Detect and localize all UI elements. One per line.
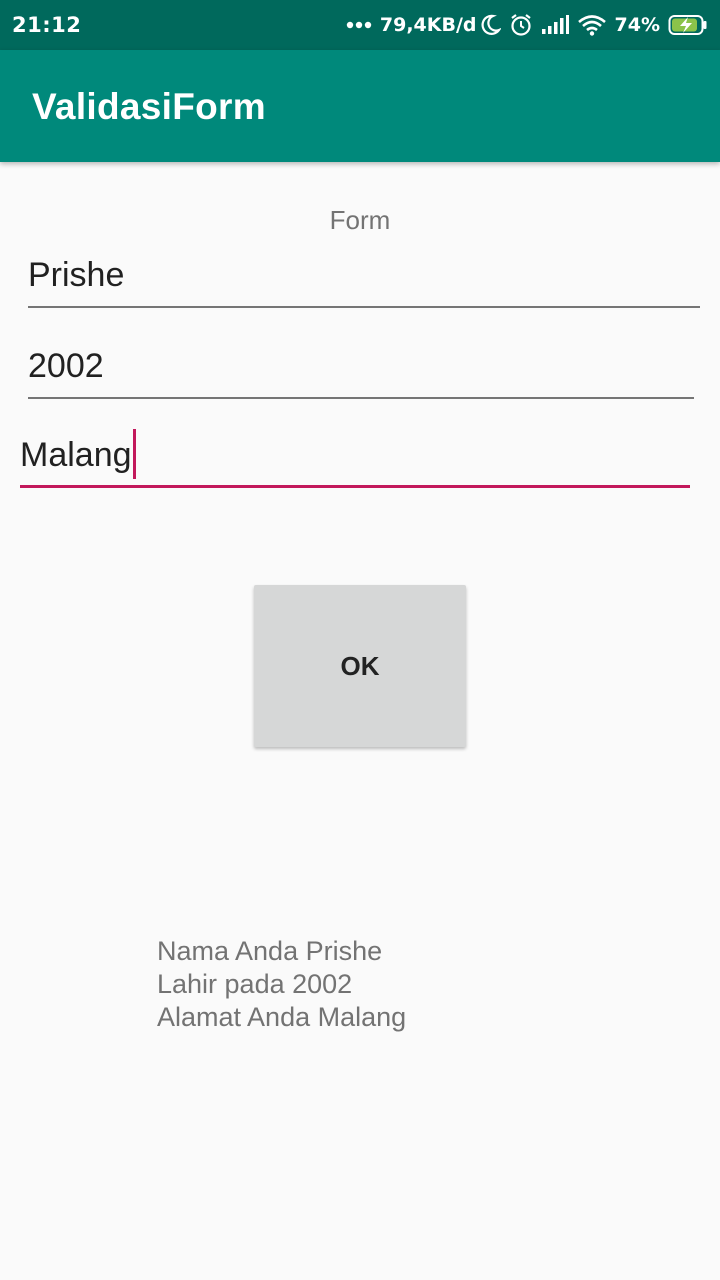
name-input-value: Prishe: [28, 256, 125, 294]
birth-year-input[interactable]: 2002: [28, 343, 694, 399]
address-input-value: Malang: [20, 436, 132, 474]
address-input[interactable]: Malang: [20, 429, 690, 488]
ok-button[interactable]: OK: [254, 585, 466, 747]
status-icons: 79,4KB/d 74%: [346, 13, 708, 37]
form-label: Form: [329, 205, 391, 235]
birth-year-input-value: 2002: [28, 347, 104, 385]
result-text: Nama Anda Prishe Lahir pada 2002 Alamat …: [157, 935, 406, 1034]
status-bar: 21:12 79,4KB/d 74%: [0, 0, 720, 50]
text-cursor: [132, 429, 136, 480]
result-name-line: Nama Anda Prishe: [157, 936, 383, 966]
moon-icon: [479, 14, 501, 36]
more-dots-icon: [346, 21, 372, 29]
app-bar: ValidasiForm: [0, 50, 720, 162]
app-title: ValidasiForm: [32, 86, 266, 127]
battery-charging-icon: [668, 14, 708, 36]
name-input[interactable]: Prishe: [28, 252, 700, 308]
wifi-icon: [577, 14, 607, 36]
signal-icon: [541, 15, 569, 35]
network-speed: 79,4KB/d: [379, 14, 477, 36]
result-address-line: Alamat Anda Malang: [157, 1002, 407, 1032]
battery-percent: 74%: [614, 14, 660, 36]
status-time: 21:12: [12, 13, 82, 37]
alarm-icon: [509, 13, 533, 37]
result-year-line: Lahir pada 2002: [157, 969, 353, 999]
